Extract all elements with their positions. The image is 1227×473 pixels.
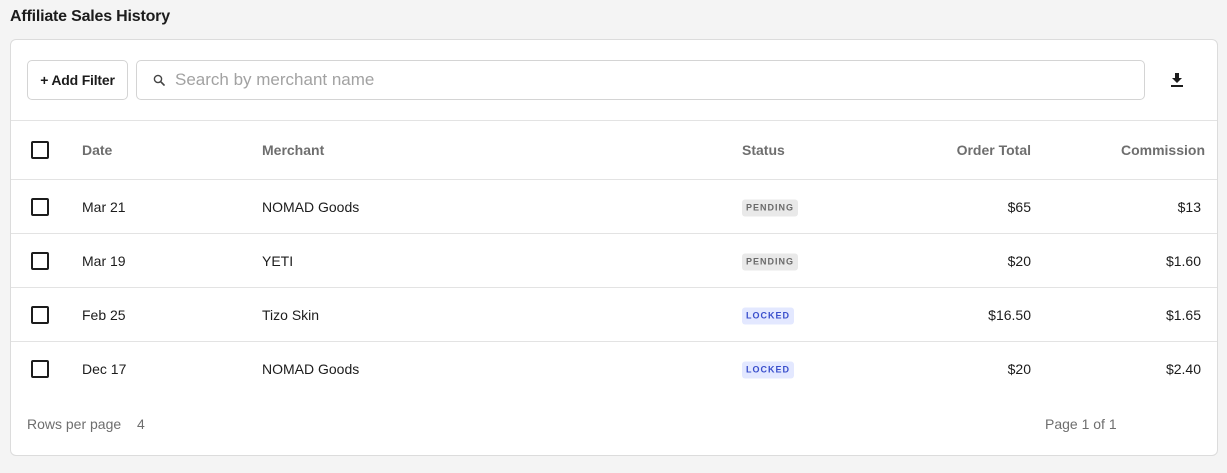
row-merchant: Tizo Skin	[262, 306, 320, 323]
row-order-total: $20	[1007, 252, 1031, 269]
table-row[interactable]: Feb 25 Tizo Skin LOCKED $16.50 $1.65	[11, 288, 1217, 342]
table-footer: Rows per page 4 Page 1 of 1	[11, 396, 1217, 455]
page-info: Page 1 of 1	[1045, 416, 1117, 432]
row-checkbox[interactable]	[31, 305, 49, 324]
download-button[interactable]	[1167, 70, 1187, 90]
table-row[interactable]: Mar 21 NOMAD Goods PENDING $65 $13	[11, 180, 1217, 234]
row-commission: $1.60	[1165, 252, 1201, 269]
status-cell: LOCKED	[742, 305, 794, 324]
row-date: Mar 21	[82, 198, 126, 215]
row-order-total: $65	[1007, 198, 1031, 215]
search-input[interactable]	[175, 70, 1075, 90]
status-badge: LOCKED	[742, 307, 794, 324]
row-date: Feb 25	[82, 306, 126, 323]
row-order-total: $20	[1007, 361, 1031, 377]
column-header-date[interactable]: Date	[82, 142, 112, 158]
table-header-row: Date Merchant Status Order Total Commiss…	[11, 121, 1217, 180]
search-icon	[153, 74, 165, 86]
row-merchant: NOMAD Goods	[262, 198, 360, 215]
column-header-commission[interactable]: Commission	[1121, 142, 1205, 158]
toolbar: + Add Filter	[11, 40, 1217, 121]
row-checkbox[interactable]	[31, 197, 49, 216]
row-merchant: YETI	[262, 252, 294, 269]
table-row[interactable]: Dec 17 NOMAD Goods LOCKED $20 $2.40	[11, 342, 1217, 396]
row-order-total: $16.50	[988, 306, 1031, 323]
add-filter-button[interactable]: + Add Filter	[27, 60, 128, 100]
column-header-merchant[interactable]: Merchant	[262, 142, 324, 158]
column-header-order-total[interactable]: Order Total	[957, 142, 1031, 158]
row-commission: $2.40	[1165, 361, 1201, 377]
rows-per-page-label: Rows per page	[27, 416, 122, 432]
status-cell: PENDING	[742, 197, 799, 216]
row-checkbox[interactable]	[31, 360, 49, 378]
status-badge: LOCKED	[742, 361, 794, 379]
status-cell: LOCKED	[742, 360, 794, 379]
search-box[interactable]	[136, 60, 1145, 100]
page-title: Affiliate Sales History	[10, 8, 170, 25]
row-merchant: NOMAD Goods	[262, 361, 360, 377]
row-date: Mar 19	[82, 252, 126, 269]
row-commission: $1.65	[1165, 306, 1201, 323]
row-checkbox[interactable]	[31, 251, 49, 270]
row-date: Dec 17	[82, 361, 127, 377]
rows-per-page-select[interactable]: 4	[137, 416, 145, 432]
select-all-checkbox[interactable]	[31, 141, 49, 159]
column-header-status[interactable]: Status	[742, 142, 785, 158]
table-row[interactable]: Mar 19 YETI PENDING $20 $1.60	[11, 234, 1217, 288]
status-badge: PENDING	[742, 199, 799, 216]
status-cell: PENDING	[742, 251, 799, 270]
sales-history-card: + Add Filter Date Merchant Status Order …	[10, 39, 1218, 456]
status-badge: PENDING	[742, 253, 799, 270]
row-commission: $13	[1177, 198, 1201, 215]
download-icon	[1171, 73, 1183, 87]
